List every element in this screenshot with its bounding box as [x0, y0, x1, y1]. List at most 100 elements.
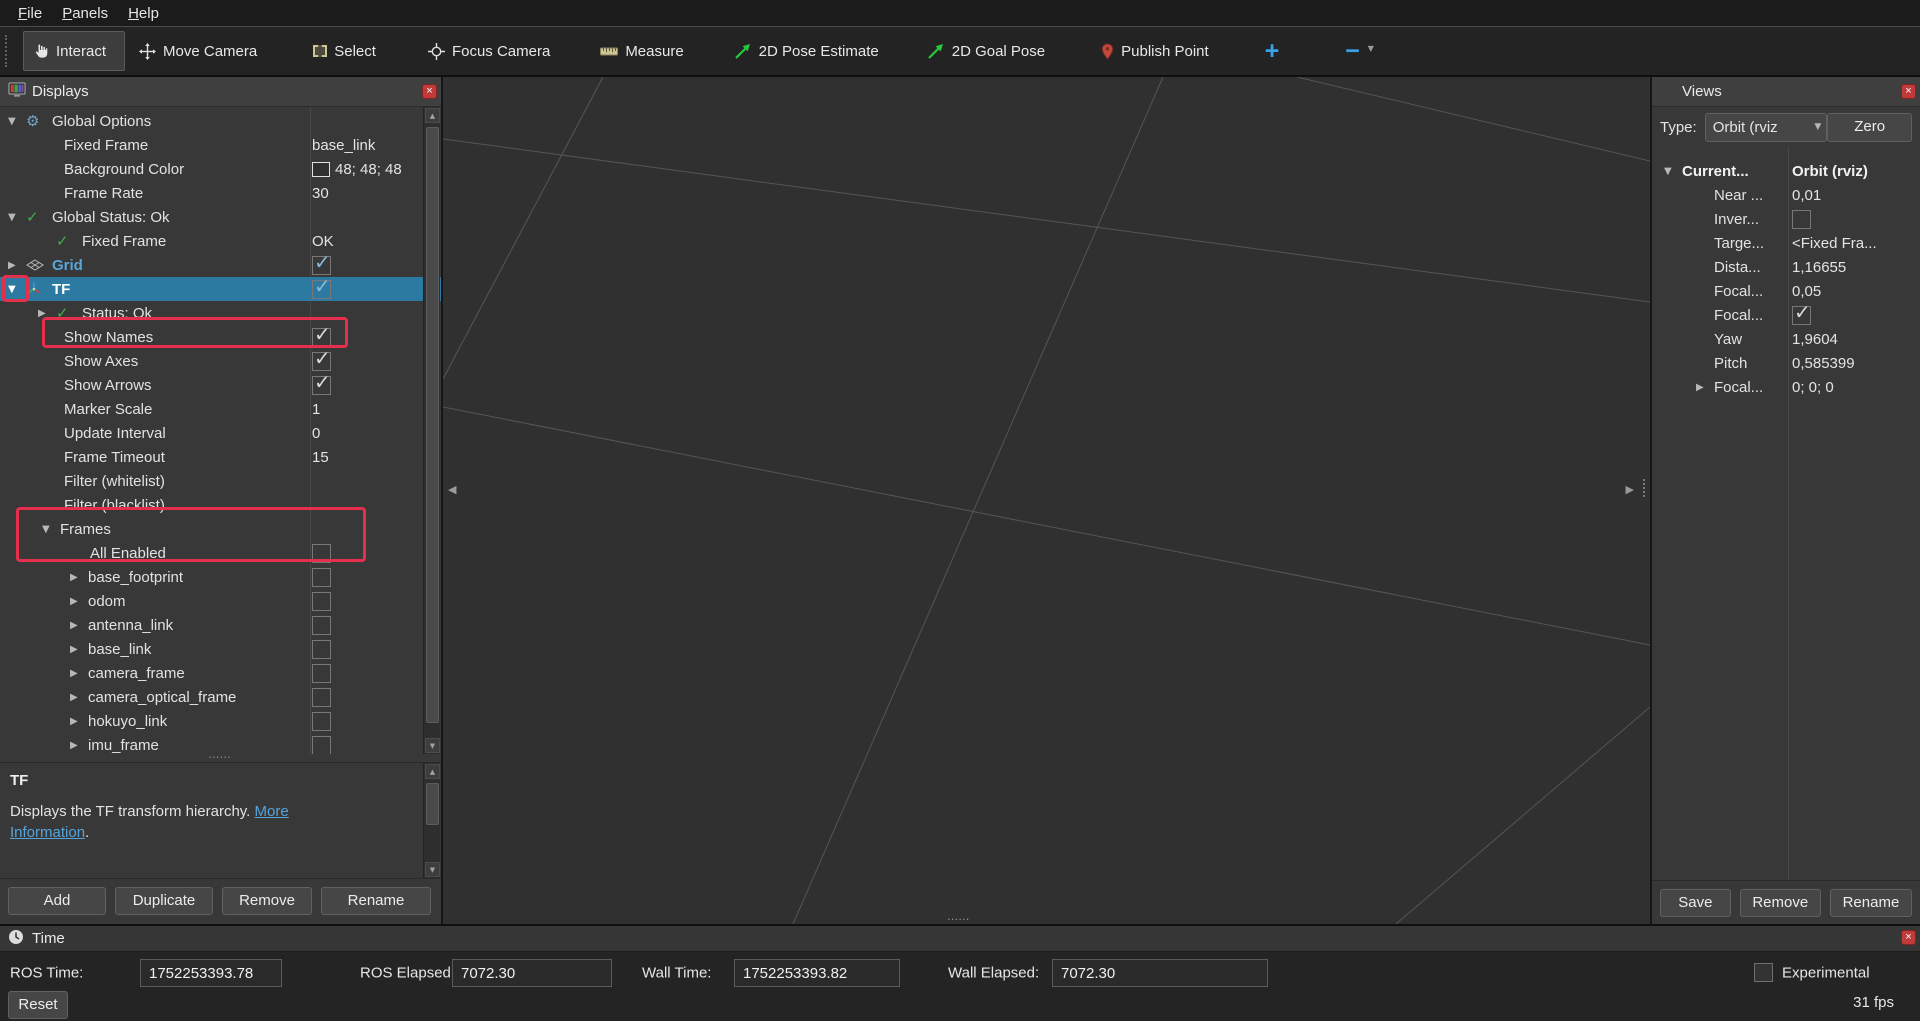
display-row-antenna-link[interactable]: ▶antenna_link — [0, 613, 441, 637]
scrollbar-thumb[interactable] — [426, 783, 439, 825]
duplicate-display-button[interactable]: Duplicate — [115, 887, 213, 915]
panel-splitter[interactable]: •••••• — [0, 754, 441, 762]
expand-arrow-icon[interactable]: ▶ — [70, 740, 88, 751]
display-row-all-enabled[interactable]: All Enabled — [0, 541, 441, 565]
tree-row-value[interactable] — [312, 733, 421, 754]
experimental-checkbox[interactable] — [1754, 963, 1773, 982]
view-type-dropdown[interactable]: Orbit (rviz▼ — [1705, 113, 1828, 142]
tree-row-value[interactable]: ✓ — [312, 373, 421, 397]
collapse-arrow-icon[interactable]: ▼ — [1664, 166, 1682, 177]
zero-button[interactable]: Zero — [1827, 113, 1912, 142]
save-view-button[interactable]: Save — [1660, 889, 1731, 917]
display-row-camera-frame[interactable]: ▶camera_frame — [0, 661, 441, 685]
display-row-global-status-ok[interactable]: ▼✓Global Status: Ok — [0, 205, 441, 229]
tool-measure[interactable]: Measure — [594, 31, 689, 71]
view-prop-focal[interactable]: Focal...✓ — [1652, 303, 1920, 327]
tool-interact[interactable]: Interact — [23, 31, 125, 71]
display-row-frame-timeout[interactable]: Frame Timeout15 — [0, 445, 441, 469]
scroll-down-icon[interactable]: ▼ — [425, 862, 440, 877]
tree-row-value[interactable] — [312, 661, 421, 685]
tree-row-value[interactable]: 0 — [312, 421, 421, 445]
views-close-button[interactable]: × — [1901, 84, 1916, 99]
collapse-arrow-icon[interactable]: ▼ — [8, 116, 26, 127]
checkbox-unchecked[interactable] — [312, 568, 331, 587]
display-row-grid[interactable]: ▶Grid✓ — [0, 253, 441, 277]
render-viewport[interactable]: ◀ ▶ •••••• — [443, 77, 1650, 924]
display-row-camera-optical-frame[interactable]: ▶camera_optical_frame — [0, 685, 441, 709]
display-row-hokuyo-link[interactable]: ▶hokuyo_link — [0, 709, 441, 733]
collapse-arrow-icon[interactable]: ▼ — [42, 524, 60, 535]
reset-button[interactable]: Reset — [8, 991, 68, 1019]
display-row-frames[interactable]: ▼Frames — [0, 517, 441, 541]
tree-row-value[interactable]: 1,16655 — [1792, 255, 1916, 279]
display-row-global-options[interactable]: ▼⚙Global Options — [0, 109, 441, 133]
view-prop-current[interactable]: ▼Current...Orbit (rviz) — [1652, 159, 1920, 183]
checkbox-unchecked[interactable] — [312, 664, 331, 683]
checkbox-unchecked[interactable] — [312, 592, 331, 611]
expand-arrow-icon[interactable]: ▶ — [8, 260, 26, 271]
remove-display-button[interactable]: Remove — [222, 887, 312, 915]
color-swatch[interactable] — [312, 162, 330, 177]
scroll-up-icon[interactable]: ▲ — [425, 108, 440, 123]
rename-display-button[interactable]: Rename — [321, 887, 431, 915]
tree-row-value[interactable] — [312, 709, 421, 733]
scrollbar-thumb[interactable] — [426, 127, 439, 723]
description-scrollbar[interactable]: ▲ ▼ — [423, 763, 440, 878]
display-row-marker-scale[interactable]: Marker Scale1 — [0, 397, 441, 421]
checkbox-unchecked[interactable] — [312, 736, 331, 755]
tree-row-value[interactable]: 0; 0; 0 — [1792, 375, 1916, 399]
tree-row-value[interactable]: ✓ — [312, 325, 421, 349]
tree-row-value[interactable]: Orbit (rviz) — [1792, 159, 1916, 183]
view-prop-near[interactable]: Near ...0,01 — [1652, 183, 1920, 207]
display-row-filter-blacklist[interactable]: Filter (blacklist) — [0, 493, 441, 517]
checkbox-unchecked[interactable] — [1792, 210, 1811, 229]
checkbox-unchecked[interactable] — [312, 712, 331, 731]
expand-arrow-icon[interactable]: ▶ — [1696, 382, 1714, 393]
display-row-fixed-frame[interactable]: Fixed Framebase_link — [0, 133, 441, 157]
display-row-frame-rate[interactable]: Frame Rate30 — [0, 181, 441, 205]
view-prop-pitch[interactable]: Pitch0,585399 — [1652, 351, 1920, 375]
checkbox-checked[interactable]: ✓ — [312, 256, 331, 275]
display-row-tf[interactable]: ▼TF✓ — [0, 277, 441, 301]
time-close-button[interactable]: × — [1901, 930, 1916, 945]
tree-row-value[interactable] — [312, 301, 421, 325]
ros-elapsed-field[interactable]: 7072.30 — [452, 959, 612, 987]
views-panel-header[interactable]: Views × — [1652, 77, 1920, 107]
tool-2d-pose-estimate[interactable]: 2D Pose Estimate — [728, 31, 885, 71]
tree-row-value[interactable]: 30 — [312, 181, 421, 205]
tree-row-value[interactable]: ✓ — [312, 253, 421, 277]
display-row-status-ok[interactable]: ▶✓Status: Ok — [0, 301, 441, 325]
tree-row-value[interactable] — [312, 541, 421, 565]
checkbox-unchecked[interactable] — [312, 544, 331, 563]
tree-row-value[interactable]: 15 — [312, 445, 421, 469]
view-prop-targe[interactable]: Targe...<Fixed Fra... — [1652, 231, 1920, 255]
display-row-background-color[interactable]: Background Color48; 48; 48 — [0, 157, 441, 181]
checkbox-checked[interactable]: ✓ — [312, 280, 331, 299]
display-row-show-axes[interactable]: Show Axes✓ — [0, 349, 441, 373]
tree-row-value[interactable] — [312, 613, 421, 637]
tool-focus-camera[interactable]: Focus Camera — [422, 31, 556, 71]
tree-row-value[interactable]: base_link — [312, 133, 421, 157]
scroll-up-icon[interactable]: ▲ — [425, 764, 440, 779]
scroll-down-icon[interactable]: ▼ — [425, 738, 440, 753]
checkbox-unchecked[interactable] — [312, 640, 331, 659]
tree-row-value[interactable] — [312, 517, 421, 541]
expand-arrow-icon[interactable]: ▶ — [70, 572, 88, 583]
tree-row-value[interactable] — [312, 589, 421, 613]
tool-2d-goal-pose[interactable]: 2D Goal Pose — [921, 31, 1051, 71]
display-row-imu-frame[interactable]: ▶imu_frame — [0, 733, 441, 754]
collapse-arrow-icon[interactable]: ▼ — [8, 284, 26, 295]
rename-view-button[interactable]: Rename — [1830, 889, 1912, 917]
checkbox-checked[interactable]: ✓ — [312, 328, 331, 347]
display-row-update-interval[interactable]: Update Interval0 — [0, 421, 441, 445]
tool-move-camera[interactable]: Move Camera — [133, 31, 263, 71]
tree-row-value[interactable]: <Fixed Fra... — [1792, 231, 1916, 255]
wall-elapsed-field[interactable]: 7072.30 — [1052, 959, 1268, 987]
tool-publish-point[interactable]: Publish Point — [1095, 31, 1215, 71]
displays-tree-scrollbar[interactable]: ▲ ▼ — [423, 107, 440, 754]
tree-row-value[interactable] — [312, 685, 421, 709]
tree-row-value[interactable]: 1,9604 — [1792, 327, 1916, 351]
add-tool-button[interactable]: + — [1259, 31, 1286, 71]
menu-file[interactable]: File — [8, 3, 52, 24]
menu-panels[interactable]: Panels — [52, 3, 118, 24]
